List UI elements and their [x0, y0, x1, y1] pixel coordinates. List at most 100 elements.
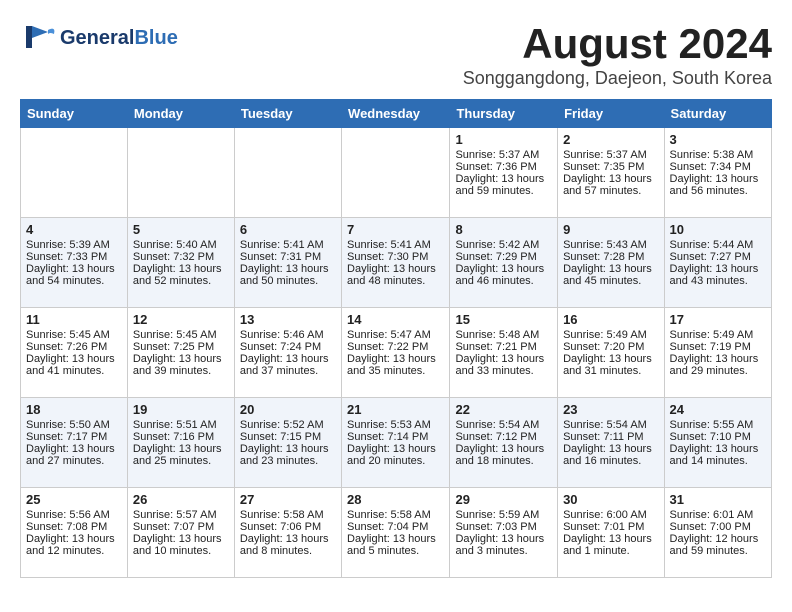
- cell-info: Sunrise: 5:46 AM: [240, 329, 336, 341]
- cell-info: and 29 minutes.: [670, 365, 766, 377]
- cell-info: Sunrise: 5:50 AM: [26, 419, 122, 431]
- cell-info: and 59 minutes.: [455, 185, 552, 197]
- cell-info: Daylight: 12 hours: [670, 533, 766, 545]
- day-number: 2: [563, 132, 658, 147]
- day-number: 25: [26, 492, 122, 507]
- cell-info: Daylight: 13 hours: [563, 533, 658, 545]
- day-number: 10: [670, 222, 766, 237]
- cell-info: Sunset: 7:24 PM: [240, 341, 336, 353]
- cell-info: Daylight: 13 hours: [670, 263, 766, 275]
- day-number: 22: [455, 402, 552, 417]
- cell-info: Sunrise: 5:45 AM: [133, 329, 229, 341]
- calendar-cell: 10Sunrise: 5:44 AMSunset: 7:27 PMDayligh…: [664, 218, 771, 308]
- cell-info: Sunrise: 5:59 AM: [455, 509, 552, 521]
- cell-info: Sunset: 7:12 PM: [455, 431, 552, 443]
- cell-info: and 27 minutes.: [26, 455, 122, 467]
- cell-info: Sunrise: 5:58 AM: [240, 509, 336, 521]
- calendar-cell: 20Sunrise: 5:52 AMSunset: 7:15 PMDayligh…: [234, 398, 341, 488]
- cell-info: Sunset: 7:32 PM: [133, 251, 229, 263]
- calendar-cell: 18Sunrise: 5:50 AMSunset: 7:17 PMDayligh…: [21, 398, 128, 488]
- calendar-cell: 15Sunrise: 5:48 AMSunset: 7:21 PMDayligh…: [450, 308, 558, 398]
- cell-info: Sunrise: 5:57 AM: [133, 509, 229, 521]
- cell-info: Daylight: 13 hours: [563, 353, 658, 365]
- cell-info: and 20 minutes.: [347, 455, 444, 467]
- cell-info: and 39 minutes.: [133, 365, 229, 377]
- day-number: 8: [455, 222, 552, 237]
- cell-info: Daylight: 13 hours: [347, 353, 444, 365]
- week-row-2: 4Sunrise: 5:39 AMSunset: 7:33 PMDaylight…: [21, 218, 772, 308]
- cell-info: and 56 minutes.: [670, 185, 766, 197]
- cell-info: and 52 minutes.: [133, 275, 229, 287]
- calendar-cell: 21Sunrise: 5:53 AMSunset: 7:14 PMDayligh…: [342, 398, 450, 488]
- cell-info: Sunset: 7:01 PM: [563, 521, 658, 533]
- cell-info: Daylight: 13 hours: [240, 353, 336, 365]
- cell-info: Daylight: 13 hours: [133, 443, 229, 455]
- cell-info: Sunset: 7:29 PM: [455, 251, 552, 263]
- cell-info: and 43 minutes.: [670, 275, 766, 287]
- col-header-monday: Monday: [127, 100, 234, 128]
- cell-info: Daylight: 13 hours: [455, 443, 552, 455]
- calendar-cell: 6Sunrise: 5:41 AMSunset: 7:31 PMDaylight…: [234, 218, 341, 308]
- calendar-cell: 3Sunrise: 5:38 AMSunset: 7:34 PMDaylight…: [664, 128, 771, 218]
- cell-info: Sunset: 7:04 PM: [347, 521, 444, 533]
- cell-info: Sunrise: 5:58 AM: [347, 509, 444, 521]
- logo-text: GeneralBlue: [60, 27, 178, 50]
- cell-info: and 3 minutes.: [455, 545, 552, 557]
- cell-info: Sunrise: 5:48 AM: [455, 329, 552, 341]
- day-number: 23: [563, 402, 658, 417]
- cell-info: Sunrise: 5:37 AM: [563, 149, 658, 161]
- cell-info: Sunrise: 5:45 AM: [26, 329, 122, 341]
- cell-info: and 1 minute.: [563, 545, 658, 557]
- cell-info: Daylight: 13 hours: [240, 533, 336, 545]
- calendar-cell: 16Sunrise: 5:49 AMSunset: 7:20 PMDayligh…: [558, 308, 664, 398]
- week-row-1: 1Sunrise: 5:37 AMSunset: 7:36 PMDaylight…: [21, 128, 772, 218]
- calendar-cell: 14Sunrise: 5:47 AMSunset: 7:22 PMDayligh…: [342, 308, 450, 398]
- cell-info: Sunrise: 5:54 AM: [455, 419, 552, 431]
- cell-info: and 8 minutes.: [240, 545, 336, 557]
- week-row-5: 25Sunrise: 5:56 AMSunset: 7:08 PMDayligh…: [21, 488, 772, 578]
- day-number: 28: [347, 492, 444, 507]
- cell-info: Sunrise: 5:54 AM: [563, 419, 658, 431]
- cell-info: Daylight: 13 hours: [240, 443, 336, 455]
- header-row: SundayMondayTuesdayWednesdayThursdayFrid…: [21, 100, 772, 128]
- day-number: 7: [347, 222, 444, 237]
- calendar-cell: 2Sunrise: 5:37 AMSunset: 7:35 PMDaylight…: [558, 128, 664, 218]
- cell-info: Sunset: 7:30 PM: [347, 251, 444, 263]
- day-number: 19: [133, 402, 229, 417]
- cell-info: Sunrise: 5:51 AM: [133, 419, 229, 431]
- calendar-cell: 5Sunrise: 5:40 AMSunset: 7:32 PMDaylight…: [127, 218, 234, 308]
- cell-info: Sunset: 7:34 PM: [670, 161, 766, 173]
- cell-info: Daylight: 13 hours: [240, 263, 336, 275]
- calendar-cell: 12Sunrise: 5:45 AMSunset: 7:25 PMDayligh…: [127, 308, 234, 398]
- cell-info: Sunrise: 5:49 AM: [670, 329, 766, 341]
- calendar-cell: [127, 128, 234, 218]
- cell-info: and 33 minutes.: [455, 365, 552, 377]
- cell-info: Daylight: 13 hours: [133, 353, 229, 365]
- cell-info: Daylight: 13 hours: [26, 353, 122, 365]
- calendar-cell: [342, 128, 450, 218]
- col-header-wednesday: Wednesday: [342, 100, 450, 128]
- cell-info: and 5 minutes.: [347, 545, 444, 557]
- cell-info: Sunset: 7:26 PM: [26, 341, 122, 353]
- cell-info: and 48 minutes.: [347, 275, 444, 287]
- cell-info: Sunset: 7:22 PM: [347, 341, 444, 353]
- day-number: 4: [26, 222, 122, 237]
- cell-info: Sunrise: 5:43 AM: [563, 239, 658, 251]
- day-number: 15: [455, 312, 552, 327]
- col-header-tuesday: Tuesday: [234, 100, 341, 128]
- cell-info: and 25 minutes.: [133, 455, 229, 467]
- cell-info: Sunset: 7:15 PM: [240, 431, 336, 443]
- col-header-thursday: Thursday: [450, 100, 558, 128]
- cell-info: Sunrise: 5:53 AM: [347, 419, 444, 431]
- cell-info: Sunset: 7:33 PM: [26, 251, 122, 263]
- day-number: 30: [563, 492, 658, 507]
- cell-info: and 59 minutes.: [670, 545, 766, 557]
- cell-info: and 50 minutes.: [240, 275, 336, 287]
- cell-info: Daylight: 13 hours: [455, 173, 552, 185]
- cell-info: and 12 minutes.: [26, 545, 122, 557]
- cell-info: Daylight: 13 hours: [563, 443, 658, 455]
- cell-info: Daylight: 13 hours: [133, 263, 229, 275]
- calendar-cell: 1Sunrise: 5:37 AMSunset: 7:36 PMDaylight…: [450, 128, 558, 218]
- calendar-cell: 13Sunrise: 5:46 AMSunset: 7:24 PMDayligh…: [234, 308, 341, 398]
- cell-info: Daylight: 13 hours: [347, 263, 444, 275]
